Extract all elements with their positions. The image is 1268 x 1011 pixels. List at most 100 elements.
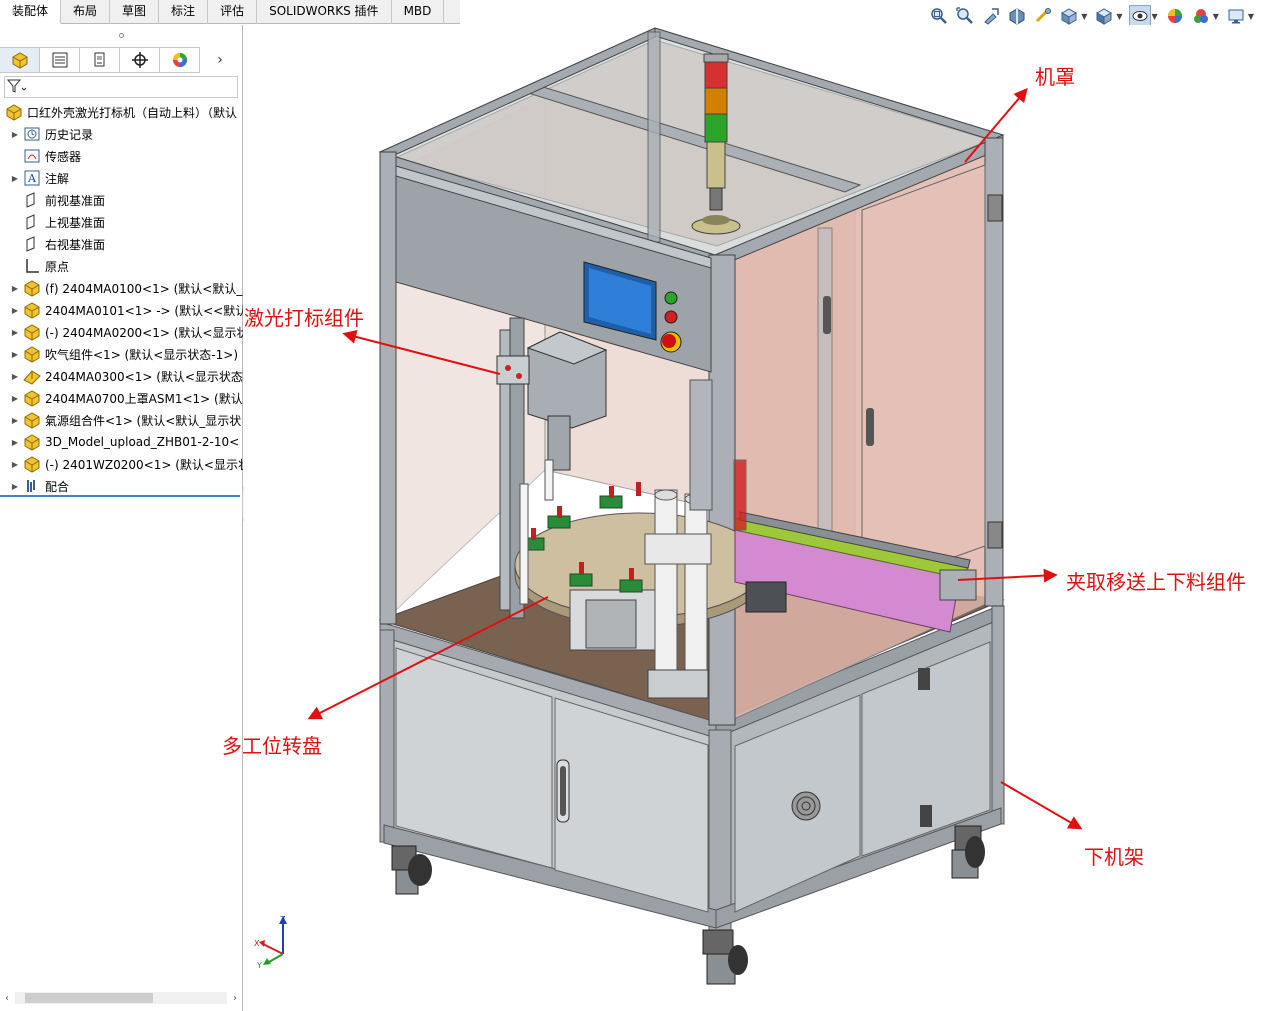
- plane-icon: [22, 191, 42, 209]
- triad-z-label: Z: [280, 915, 286, 924]
- tree-item[interactable]: ▶ (f) 2404MA0100<1> (默认<默认_显: [0, 277, 243, 299]
- tree-item[interactable]: ▶原点: [0, 255, 243, 277]
- svg-text:A: A: [27, 172, 37, 185]
- tree-item[interactable]: ▶前视基准面: [0, 189, 243, 211]
- expand-arrow-icon[interactable]: ▶: [8, 416, 22, 425]
- tree-item-label: (-) 2401WZ0200<1> (默认<显示状: [45, 457, 243, 472]
- scroll-right-icon[interactable]: ›: [230, 993, 240, 1004]
- display-style-icon[interactable]: [1093, 5, 1115, 27]
- panel-tab-strip: ›: [0, 47, 243, 73]
- tree-item[interactable]: ▶ (-) 2401WZ0200<1> (默认<显示状: [0, 453, 243, 475]
- tree-item[interactable]: ▶ A 注解: [0, 167, 243, 189]
- expand-arrow-icon[interactable]: ▶: [8, 394, 22, 403]
- tree-root-label: 口红外壳激光打标机（自动上料）（默认: [27, 105, 238, 120]
- tab-layout[interactable]: 布局: [61, 0, 111, 24]
- tree-item[interactable]: ▶ 历史记录: [0, 123, 243, 145]
- feature-manager-icon[interactable]: [0, 47, 40, 73]
- chevron-down-icon[interactable]: ▼: [1081, 12, 1087, 21]
- filter-icon[interactable]: [6, 78, 27, 97]
- part-icon: [22, 367, 42, 385]
- history-folder-icon: [22, 125, 42, 143]
- expand-arrow-icon[interactable]: ▶: [8, 284, 22, 293]
- origin-icon: [22, 257, 42, 275]
- tree-item-label: 前视基准面: [45, 193, 106, 208]
- tab-solidworks-addins[interactable]: SOLIDWORKS 插件: [257, 0, 392, 24]
- tree-item[interactable]: ▶上视基准面: [0, 211, 243, 233]
- panel-grip[interactable]: [0, 25, 242, 45]
- tree-item[interactable]: ▶传感器: [0, 145, 243, 167]
- tree-item[interactable]: ▶ 2404MA0700上罩ASM1<1> (默认: [0, 387, 243, 409]
- tree-item[interactable]: ▶ 吹气组件<1> (默认<显示状态-1>): [0, 343, 243, 365]
- plane-icon: [22, 235, 42, 253]
- zoom-to-fit-icon[interactable]: [928, 5, 950, 27]
- tree-filter[interactable]: [4, 76, 238, 98]
- dynamic-annotation-icon[interactable]: [1032, 5, 1054, 27]
- tree-item[interactable]: ▶ 配合: [0, 475, 243, 497]
- expand-arrow-icon[interactable]: ▶: [8, 482, 22, 491]
- assembly-icon: [22, 301, 42, 319]
- sensor-icon: [22, 147, 42, 165]
- callout-machine-cover: 机罩: [1035, 65, 1075, 89]
- assembly-icon: [22, 455, 42, 473]
- tree-item-label: 配合: [45, 479, 70, 494]
- command-manager-tabs: 装配体 布局 草图 标注 评估 SOLIDWORKS 插件 MBD: [0, 0, 460, 24]
- tab-evaluate[interactable]: 评估: [208, 0, 258, 24]
- edit-appearance-icon[interactable]: [1164, 5, 1186, 27]
- assembly-icon: [22, 279, 42, 297]
- horizontal-scrollbar[interactable]: ‹ ›: [2, 991, 240, 1005]
- tree-item[interactable]: ▶ 氣源组合件<1> (默认<默认_显示状: [0, 409, 243, 431]
- scroll-thumb[interactable]: [25, 993, 153, 1003]
- scroll-left-icon[interactable]: ‹: [2, 993, 12, 1004]
- chevron-down-icon[interactable]: ▼: [1213, 12, 1219, 21]
- rollback-bar[interactable]: [0, 495, 240, 497]
- tab-markup[interactable]: 标注: [159, 0, 209, 24]
- triad-x-label: X: [254, 939, 260, 948]
- tree-item-label: 上视基准面: [45, 215, 106, 230]
- chevron-down-icon[interactable]: ▼: [1248, 12, 1254, 21]
- chevron-down-icon[interactable]: ▼: [1152, 12, 1158, 21]
- previous-view-icon[interactable]: [980, 5, 1002, 27]
- tree-item[interactable]: ▶ 2404MA0101<1> -> (默认<<默认: [0, 299, 243, 321]
- zoom-area-icon[interactable]: [954, 5, 976, 27]
- expand-arrow-icon[interactable]: ▶: [8, 438, 22, 447]
- tree-root-assembly[interactable]: 口红外壳激光打标机（自动上料）（默认: [0, 101, 243, 123]
- expand-arrow-icon[interactable]: ▶: [8, 130, 22, 139]
- expand-arrow-icon[interactable]: ▶: [8, 372, 22, 381]
- assembly-icon: [4, 103, 24, 121]
- assembly-icon: [22, 411, 42, 429]
- apply-scene-icon[interactable]: [1190, 5, 1212, 27]
- view-orientation-icon[interactable]: [1058, 5, 1080, 27]
- view-settings-icon[interactable]: [1225, 5, 1247, 27]
- tree-item-label: 传感器: [45, 149, 82, 164]
- expand-arrow-icon[interactable]: ▶: [8, 460, 22, 469]
- callout-lower-frame: 下机架: [1084, 845, 1144, 869]
- tab-sketch[interactable]: 草图: [110, 0, 160, 24]
- tree-item-label: 3D_Model_upload_ZHB01-2-10<: [45, 435, 240, 449]
- chevron-right-icon[interactable]: ›: [200, 47, 240, 73]
- property-manager-icon[interactable]: [40, 47, 80, 73]
- callout-laser-marking: 激光打标组件: [244, 306, 364, 330]
- tree-item-label: (-) 2404MA0200<1> (默认<显示状: [45, 325, 243, 340]
- hide-show-icon[interactable]: [1128, 5, 1151, 27]
- tab-mbd[interactable]: MBD: [392, 0, 445, 24]
- tree-item-label: 2404MA0300<1> (默认<显示状态: [45, 369, 243, 384]
- expand-arrow-icon[interactable]: ▶: [8, 350, 22, 359]
- section-view-icon[interactable]: [1006, 5, 1028, 27]
- tree-item-label: 历史记录: [45, 127, 94, 142]
- configuration-manager-icon[interactable]: [80, 47, 120, 73]
- tree-item[interactable]: ▶ 2404MA0300<1> (默认<显示状态: [0, 365, 243, 387]
- dimxpert-icon[interactable]: [120, 47, 160, 73]
- assembly-icon: [22, 345, 42, 363]
- tree-item-label: 右视基准面: [45, 237, 106, 252]
- tree-item[interactable]: ▶ 3D_Model_upload_ZHB01-2-10<: [0, 431, 243, 453]
- expand-arrow-icon[interactable]: ▶: [8, 306, 22, 315]
- chevron-down-icon[interactable]: ▼: [1116, 12, 1122, 21]
- display-manager-icon[interactable]: [160, 47, 200, 73]
- tree-item[interactable]: ▶ (-) 2404MA0200<1> (默认<显示状: [0, 321, 243, 343]
- triad-y-label: Y: [256, 961, 262, 970]
- tree-item[interactable]: ▶右视基准面: [0, 233, 243, 255]
- expand-arrow-icon[interactable]: ▶: [8, 328, 22, 337]
- callout-pick-place-transfer: 夹取移送上下料组件: [1066, 570, 1246, 594]
- expand-arrow-icon[interactable]: ▶: [8, 174, 22, 183]
- tab-assembly[interactable]: 装配体: [0, 0, 62, 24]
